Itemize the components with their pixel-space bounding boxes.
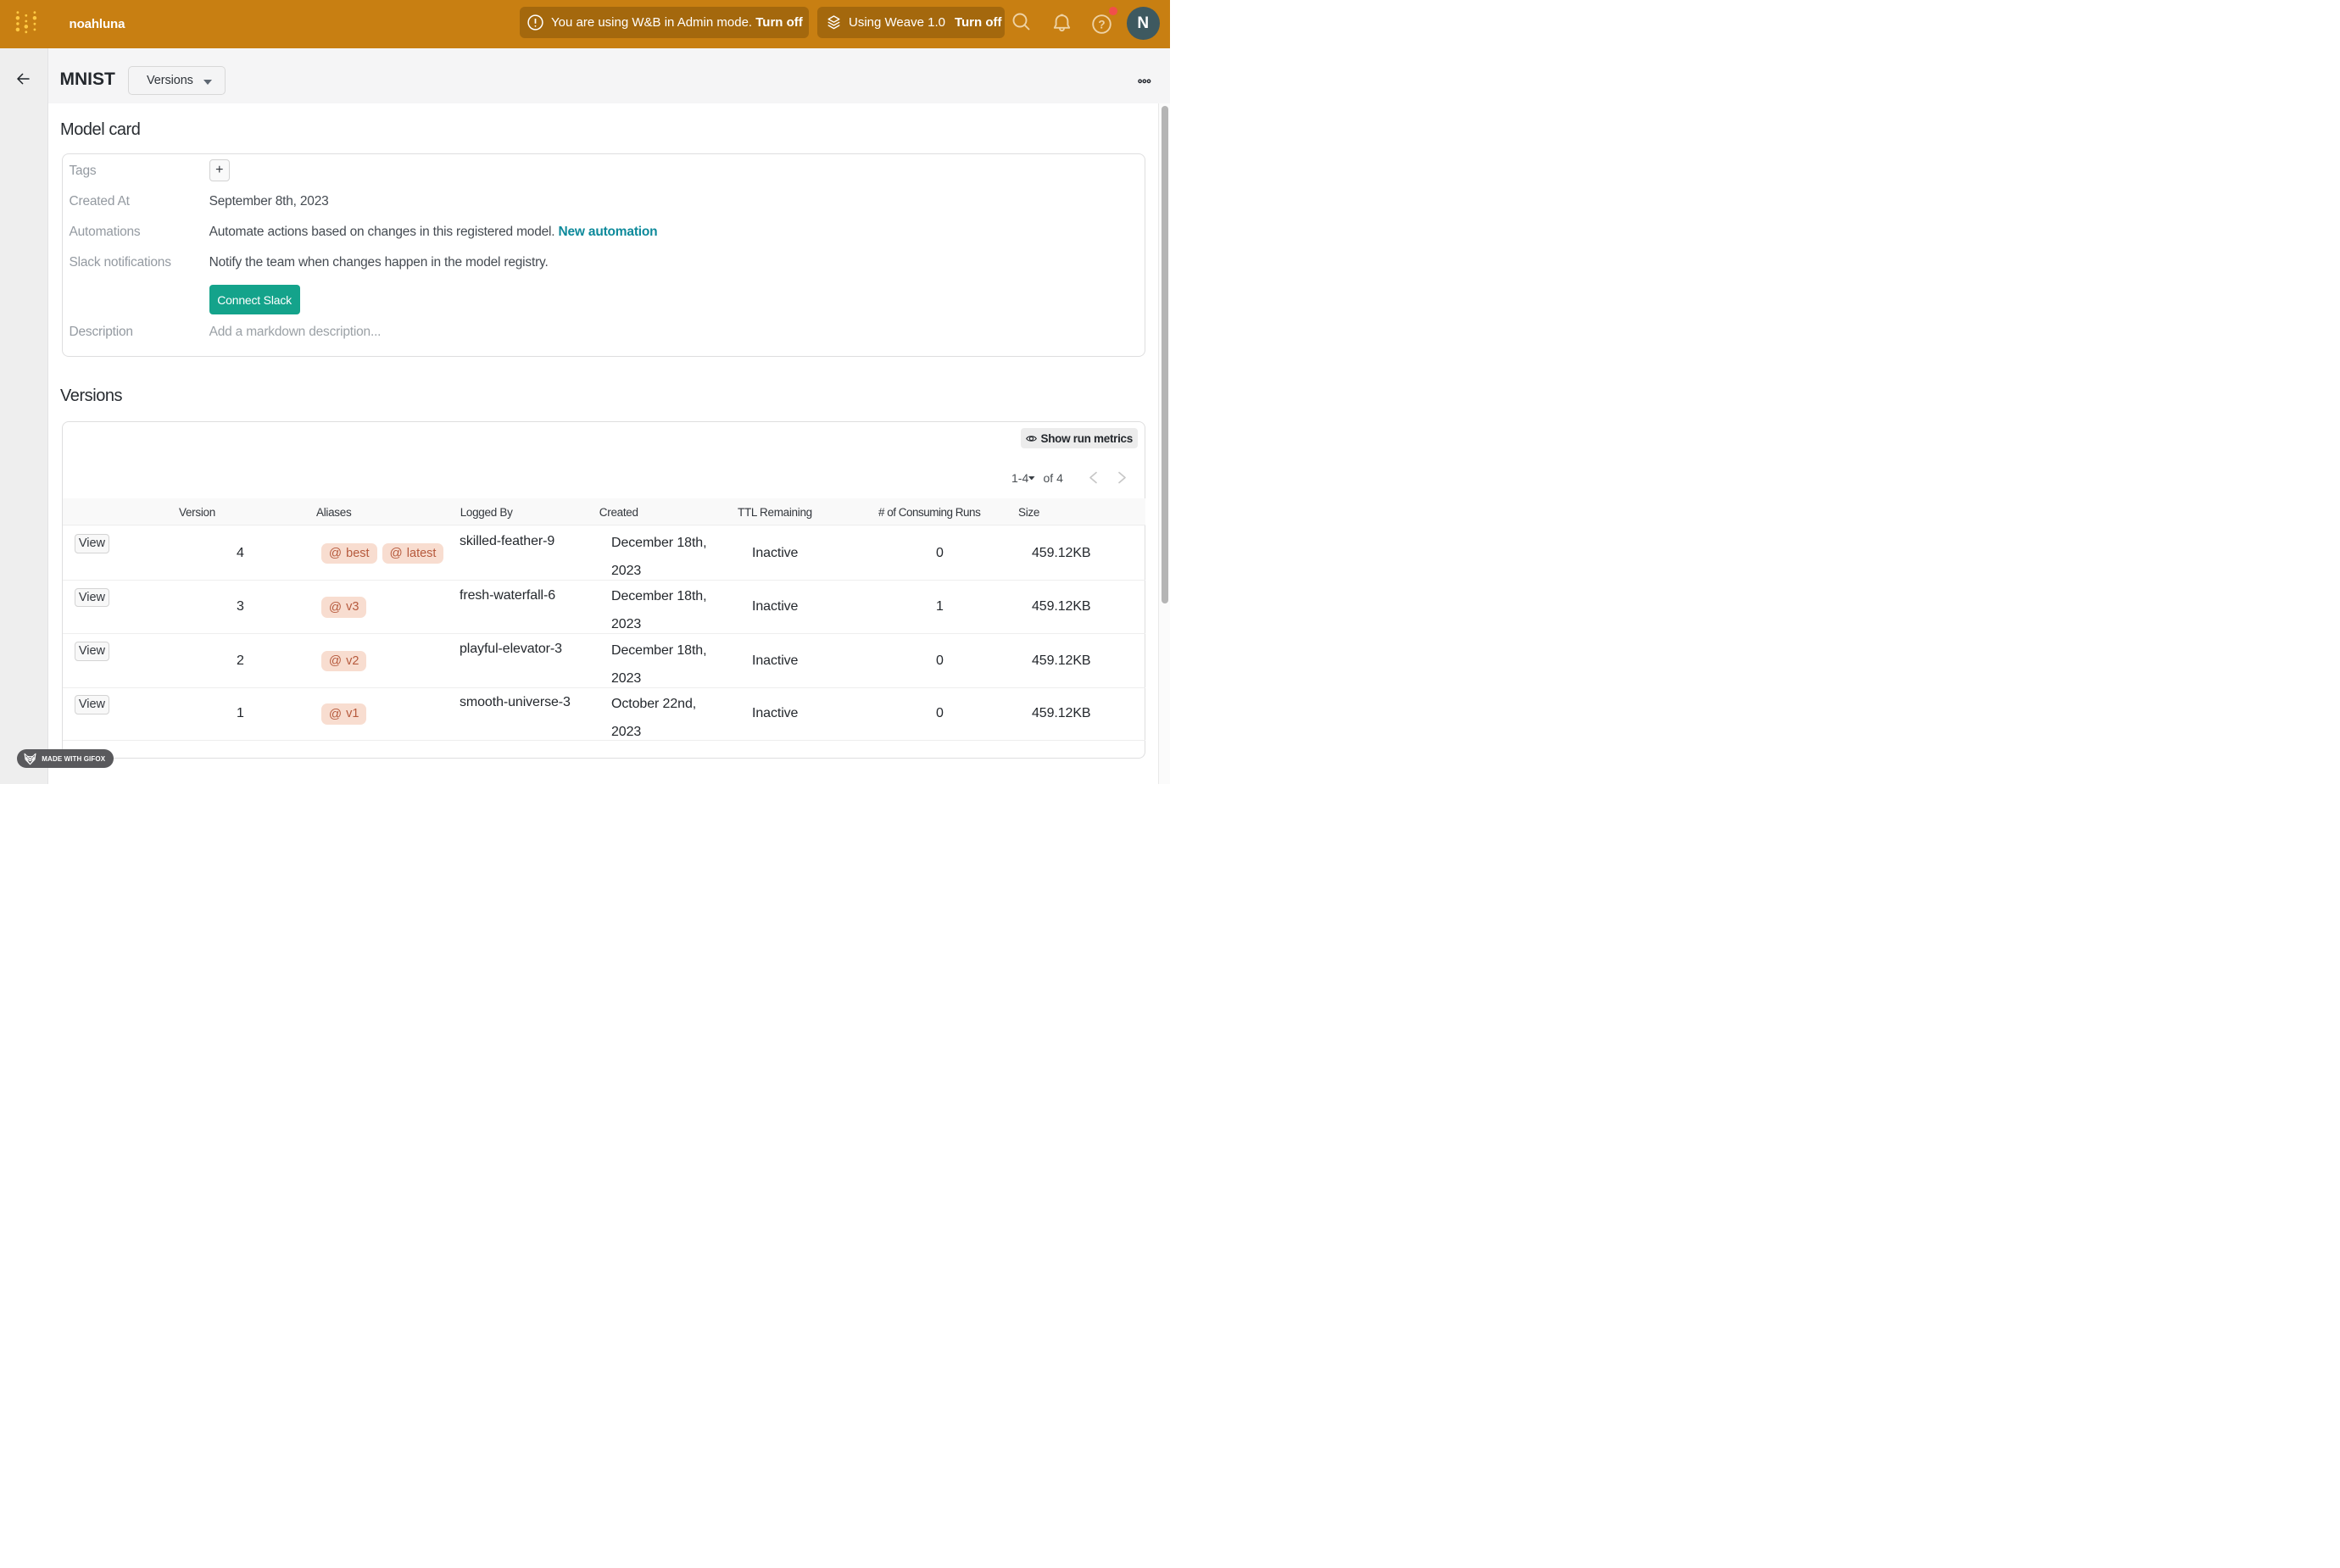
svg-text:?: ? xyxy=(1098,18,1105,31)
